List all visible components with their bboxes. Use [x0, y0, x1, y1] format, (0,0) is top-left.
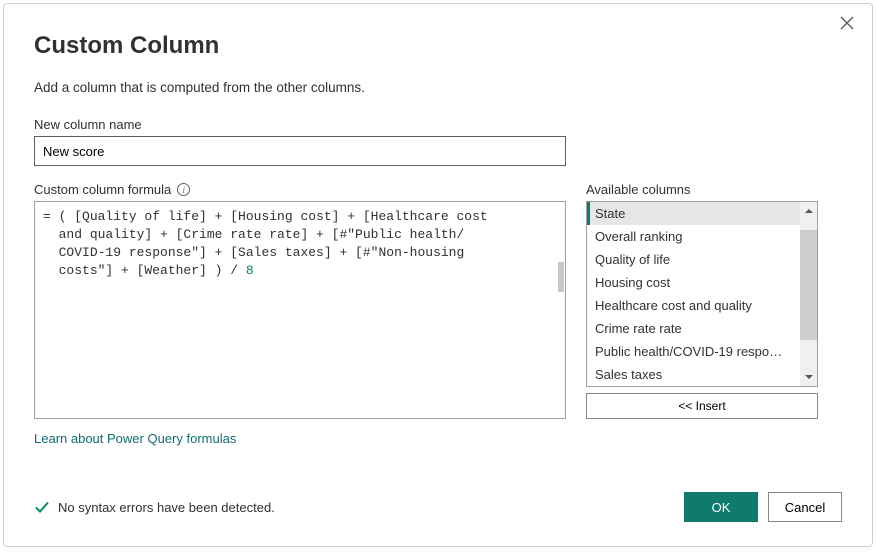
chevron-up-icon[interactable]	[800, 202, 817, 220]
check-icon	[34, 499, 50, 515]
formula-scrollbar-thumb[interactable]	[558, 262, 564, 292]
formula-label-text: Custom column formula	[34, 182, 171, 197]
formula-label: Custom column formula i	[34, 182, 566, 197]
ok-button[interactable]: OK	[684, 492, 758, 522]
available-columns-label: Available columns	[586, 182, 818, 197]
list-item[interactable]: Healthcare cost and quality	[587, 294, 800, 317]
list-item[interactable]: Quality of life	[587, 248, 800, 271]
insert-button[interactable]: << Insert	[586, 393, 818, 419]
list-item[interactable]: State	[587, 202, 800, 225]
list-item[interactable]: Housing cost	[587, 271, 800, 294]
list-item[interactable]: Crime rate rate	[587, 317, 800, 340]
info-icon[interactable]: i	[177, 183, 190, 196]
dialog-title: Custom Column	[34, 32, 842, 60]
dialog-subtitle: Add a column that is computed from the o…	[34, 80, 842, 95]
dialog-footer: No syntax errors have been detected. OK …	[34, 492, 842, 522]
new-column-name-label: New column name	[34, 117, 842, 132]
list-item[interactable]: Sales taxes	[587, 363, 800, 380]
available-columns-list: State Overall ranking Quality of life Ho…	[586, 201, 818, 387]
close-icon[interactable]	[840, 16, 854, 33]
new-column-name-input[interactable]	[34, 136, 566, 166]
status-text: No syntax errors have been detected.	[58, 500, 275, 515]
formula-content: = ( [Quality of life] + [Housing cost] +…	[43, 209, 488, 278]
list-item[interactable]: Overall ranking	[587, 225, 800, 248]
chevron-down-icon[interactable]	[800, 368, 817, 386]
scrollbar-thumb[interactable]	[800, 230, 817, 340]
learn-link[interactable]: Learn about Power Query formulas	[34, 431, 236, 446]
status-message: No syntax errors have been detected.	[34, 499, 275, 515]
cancel-button[interactable]: Cancel	[768, 492, 842, 522]
formula-input[interactable]: = ( [Quality of life] + [Housing cost] +…	[34, 201, 566, 419]
list-item[interactable]: Public health/COVID-19 respo…	[587, 340, 800, 363]
custom-column-dialog: Custom Column Add a column that is compu…	[3, 3, 873, 547]
